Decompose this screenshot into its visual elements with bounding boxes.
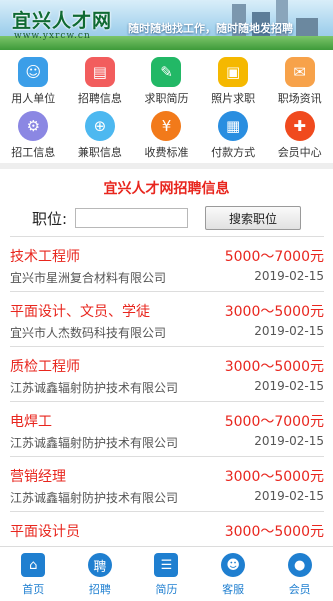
- category-label: 会员中心: [277, 146, 322, 159]
- tab-label: 会员: [288, 583, 311, 596]
- tab-label: 首页: [22, 583, 45, 596]
- job-title[interactable]: 平面设计、文员、学徒: [10, 301, 150, 321]
- tab-chat[interactable]: ☻ 客服: [200, 547, 267, 601]
- job-listing[interactable]: 质检工程师 3000～5000元江苏诚鑫辐射防护技术有限公司 2019-02-15: [10, 346, 324, 401]
- worker-icon: ⚙: [18, 111, 49, 141]
- tab-recruit[interactable]: 聘招聘: [67, 547, 134, 601]
- job-date: 2019-02-15: [254, 489, 324, 503]
- category-label: 收费标准: [144, 146, 189, 159]
- category-grid: ☺ 用人单位 ▤ 招聘信息 ✎ 求职简历 ▣ 照片求职 ✉ 职场资讯 ⚙ 招工信息 ⊕ 兼职信息 ¥ 收费标准…: [0, 53, 333, 161]
- job-salary: 3000～5000元: [224, 304, 324, 320]
- photo-icon: ▣: [218, 57, 249, 87]
- job-title[interactable]: 技术工程师: [10, 246, 80, 266]
- tab-label: 简历: [155, 583, 178, 596]
- job-salary: 5000～7000元: [224, 414, 324, 430]
- category-label: 用人单位: [11, 92, 56, 105]
- job-title[interactable]: 质检工程师: [10, 356, 80, 376]
- info-icon: ✉: [284, 57, 315, 87]
- category-fee[interactable]: ¥ 收费标准: [133, 107, 200, 161]
- tab-label: 客服: [222, 583, 245, 596]
- category-label: 求职简历: [144, 92, 189, 105]
- search-job-button[interactable]: 搜索职位: [205, 206, 301, 230]
- job-search-input[interactable]: [75, 208, 188, 228]
- job-company: 江苏诚鑫辐射防护技术有限公司: [10, 491, 179, 505]
- document-icon: ▤: [84, 57, 115, 87]
- category-member[interactable]: ✚ 会员中心: [266, 107, 333, 161]
- member-icon: ✚: [284, 111, 315, 141]
- job-company: 宜兴市人杰数码科技有限公司: [10, 326, 167, 340]
- category-globe[interactable]: ⊕ 兼职信息: [67, 107, 134, 161]
- job-company: 宜兴市星洲复合材料有限公司: [10, 271, 167, 285]
- job-listing[interactable]: 电焊工 5000～7000元江苏诚鑫辐射防护技术有限公司 2019-02-15: [10, 401, 324, 456]
- tab-home[interactable]: ⌂ 首页: [0, 547, 67, 601]
- site-url: www.yxrcw.cn: [14, 31, 91, 41]
- job-listing[interactable]: 平面设计、文员、学徒 3000～5000元宜兴市人杰数码科技有限公司 2019-02…: [10, 291, 324, 346]
- category-label: 招聘信息: [77, 92, 122, 105]
- tab-label: 招聘: [88, 583, 111, 596]
- job-salary: 3000～5000元: [224, 524, 324, 540]
- section-divider: [0, 163, 333, 169]
- resume-icon: ✎: [151, 57, 182, 87]
- fee-icon: ¥: [151, 111, 182, 141]
- category-label: 兼职信息: [77, 146, 122, 159]
- payment-icon: ▦: [218, 111, 249, 141]
- tab-resume-tab[interactable]: ☰ 简历: [133, 547, 200, 601]
- job-date: 2019-02-15: [254, 379, 324, 393]
- category-payment[interactable]: ▦ 付款方式: [200, 107, 267, 161]
- job-title[interactable]: 电焊工: [10, 411, 52, 431]
- category-worker[interactable]: ⚙ 招工信息: [0, 107, 67, 161]
- category-label: 照片求职: [211, 92, 256, 105]
- globe-icon: ⊕: [84, 111, 115, 141]
- job-salary: 3000～5000元: [224, 359, 324, 375]
- search-label: 职位:: [32, 210, 68, 228]
- job-list: 技术工程师 5000～7000元 宜兴市星洲复合材料有限公司 2019-02-15 平面…: [10, 236, 324, 546]
- person-icon: ☺: [18, 57, 49, 87]
- job-title[interactable]: 平面设计员: [10, 521, 80, 541]
- bottom-tab-bar: ⌂ 首页 聘招聘 ☰ 简历 ☻ 客服 ● 会员: [0, 546, 333, 601]
- section-title: 宜兴人才网招聘信息: [103, 181, 230, 197]
- category-document[interactable]: ▤ 招聘信息: [67, 53, 134, 107]
- category-label: 职场资讯: [277, 92, 322, 105]
- job-salary: 3000～5000元: [224, 469, 324, 485]
- category-label: 招工信息: [11, 146, 56, 159]
- job-listing[interactable]: 技术工程师 5000～7000元宜兴市星洲复合材料有限公司 2019-02-15: [10, 236, 324, 291]
- job-listing[interactable]: 营销经理 3000～5000元江苏诚鑫辐射防护技术有限公司 2019-02-15: [10, 456, 324, 511]
- category-info[interactable]: ✉ 职场资讯: [266, 53, 333, 107]
- job-salary: 5000～7000元: [224, 249, 324, 265]
- job-company: 江苏诚鑫辐射防护技术有限公司: [10, 436, 179, 450]
- tab-user[interactable]: ● 会员: [266, 547, 333, 601]
- user-icon: ●: [287, 553, 312, 577]
- chat-icon: ☻: [221, 553, 246, 577]
- job-date: 2019-02-15: [254, 269, 324, 283]
- site-logo: 宜兴人才网: [12, 10, 113, 32]
- job-listing[interactable]: 平面设计员3000～5000元宜兴红日图文广告2019-02-14: [10, 511, 324, 546]
- job-company: 江苏诚鑫辐射防护技术有限公司: [10, 381, 179, 395]
- category-label: 付款方式: [211, 146, 256, 159]
- home-icon: ⌂: [21, 553, 46, 577]
- job-date: 2019-02-15: [254, 434, 324, 448]
- banner-slogan: 随时随地找工作，随时随地发招聘: [128, 22, 293, 35]
- category-photo[interactable]: ▣ 照片求职: [200, 53, 267, 107]
- recruit-icon: 聘: [87, 553, 112, 577]
- category-person[interactable]: ☺ 用人单位: [0, 53, 67, 107]
- resume-tab-icon: ☰: [154, 553, 179, 577]
- category-resume[interactable]: ✎ 求职简历: [133, 53, 200, 107]
- job-date: 2019-02-15: [254, 324, 324, 338]
- header-banner: 宜兴人才网 www.yxrcw.cn 随时随地找工作，随时随地发招聘: [0, 0, 333, 50]
- job-title[interactable]: 营销经理: [10, 466, 66, 486]
